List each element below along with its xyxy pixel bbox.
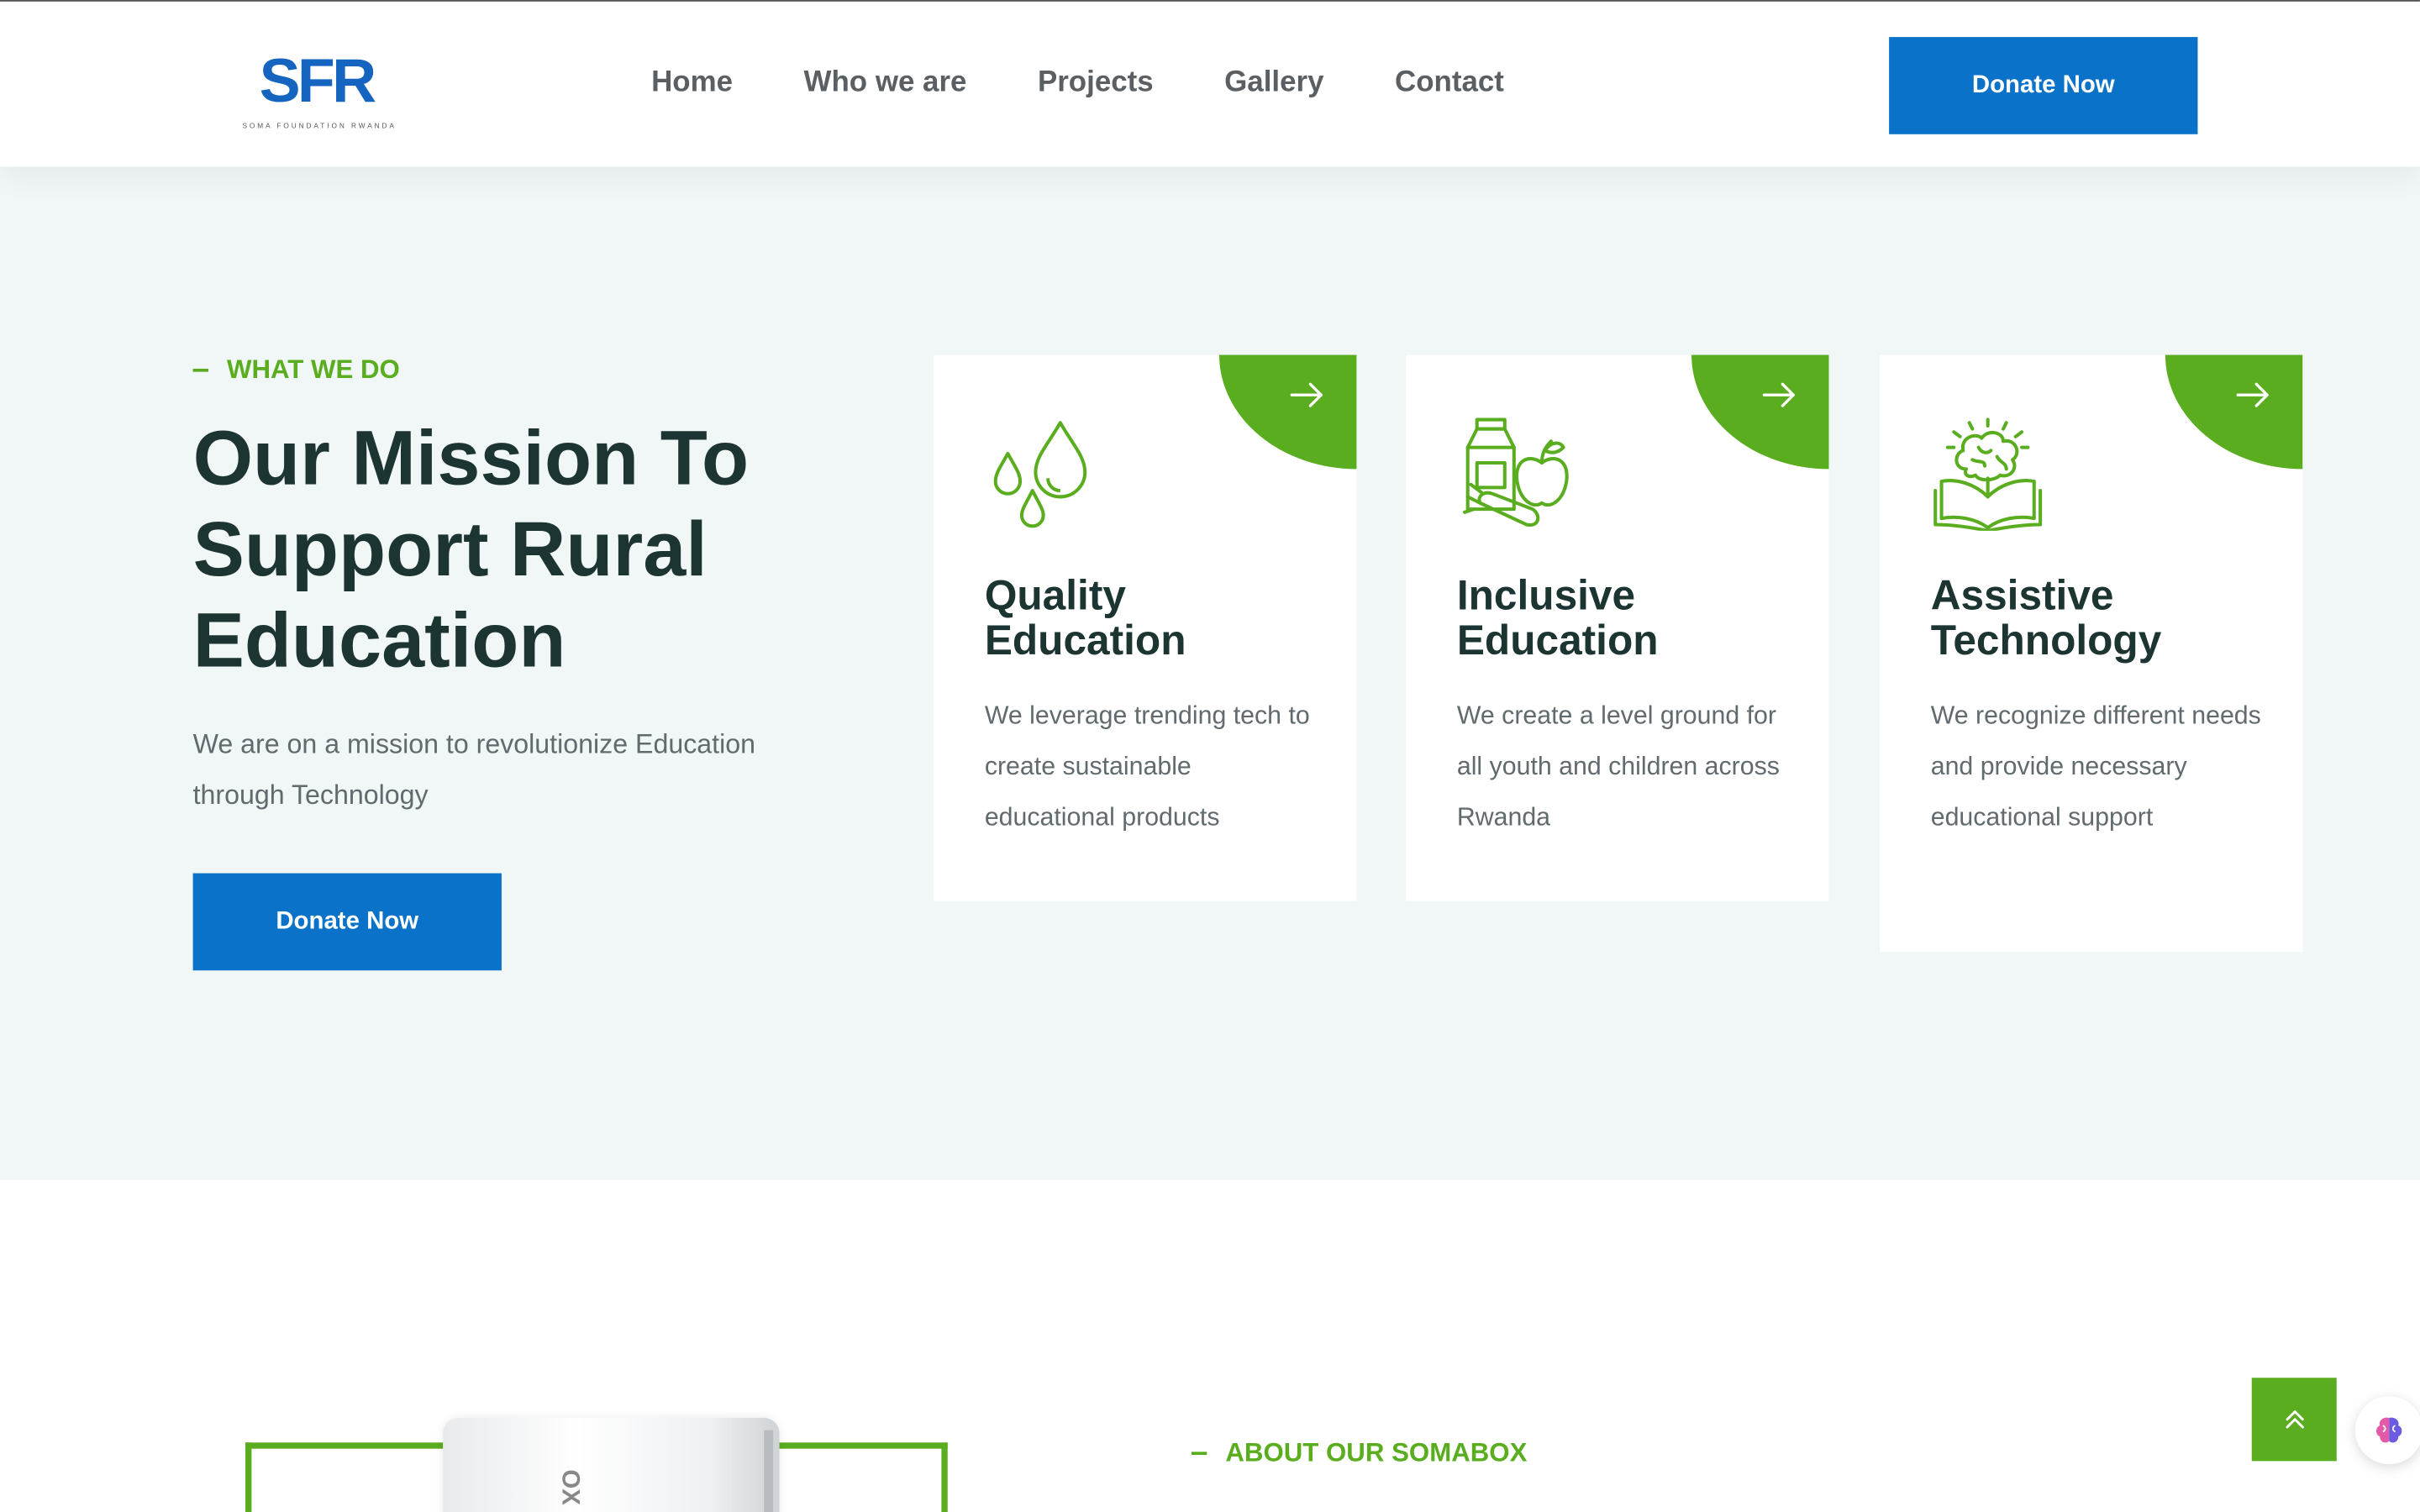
card-title: Assistive Technology — [1930, 572, 2162, 664]
food-nutrition-icon — [1463, 417, 1569, 528]
main-nav: Home Who we are Projects Gallery Contact — [651, 66, 1504, 100]
arrow-right-icon[interactable] — [1289, 380, 1326, 411]
nav-who-we-are[interactable]: Who we are — [804, 66, 967, 100]
card-text: We leverage trending tech to create sust… — [984, 701, 1310, 832]
what-we-do-section: WHAT WE DO Our Mission To Support Rural … — [0, 166, 2420, 1181]
card-corner — [2165, 354, 2303, 470]
section-description: We are on a mission to revolutionize Edu… — [192, 727, 756, 811]
scroll-to-top-button[interactable] — [2251, 1378, 2337, 1462]
card-corner — [1218, 354, 1357, 470]
logo-subtitle: SOMA FOUNDATION RWANDA — [242, 122, 397, 130]
kicker-label: WHAT WE DO — [226, 354, 400, 385]
site-header: SFR SOMA FOUNDATION RWANDA Home Who we a… — [0, 0, 2420, 167]
site-logo[interactable]: SFR SOMA FOUNDATION RWANDA — [216, 42, 423, 138]
nav-contact[interactable]: Contact — [1395, 66, 1504, 100]
hero-donate-button[interactable]: Donate Now — [192, 873, 502, 971]
nav-home[interactable]: Home — [651, 66, 733, 100]
card-corner — [1691, 354, 1829, 470]
about-kicker: ABOUT OUR SOMABOX — [1191, 1437, 1528, 1469]
water-drops-icon — [993, 421, 1087, 528]
about-kicker-label: ABOUT OUR SOMABOX — [1225, 1437, 1528, 1467]
arrow-right-icon[interactable] — [1761, 380, 1798, 411]
brain-book-icon — [1933, 417, 2043, 531]
service-card-assistive-technology[interactable]: Assistive Technology We recognize differ… — [1880, 354, 2303, 953]
kicker-dash — [1191, 1452, 1207, 1456]
card-text: We create a level ground for all youth a… — [1456, 701, 1780, 832]
page: SFR SOMA FOUNDATION RWANDA Home Who we a… — [0, 0, 2420, 1512]
somabox-device-image: OX — [443, 1417, 780, 1512]
header-donate-button[interactable]: Donate Now — [1889, 37, 2198, 134]
nav-projects[interactable]: Projects — [1038, 66, 1154, 100]
device-stripe — [764, 1430, 774, 1512]
chevron-double-up-icon — [2285, 1410, 2303, 1429]
service-card-quality-education[interactable]: Quality Education We leverage trending t… — [934, 354, 1357, 901]
section-title: Our Mission To Support Rural Education — [192, 415, 750, 684]
arrow-right-icon[interactable] — [2235, 380, 2272, 411]
section-kicker: WHAT WE DO — [192, 354, 400, 386]
logo-mark-text: SFR — [259, 47, 377, 116]
kicker-dash — [192, 368, 208, 372]
logo-mark: SFR — [259, 47, 377, 116]
brain-icon — [2376, 1417, 2402, 1443]
service-card-inclusive-education[interactable]: Inclusive Education We create a level gr… — [1406, 354, 1829, 901]
device-label: OX — [556, 1469, 583, 1505]
nav-gallery[interactable]: Gallery — [1224, 66, 1323, 100]
assistant-widget-button[interactable] — [2354, 1396, 2420, 1465]
card-title: Inclusive Education — [1456, 572, 1659, 664]
card-text: We recognize different needs and provide… — [1930, 701, 2261, 832]
card-title: Quality Education — [984, 572, 1186, 664]
